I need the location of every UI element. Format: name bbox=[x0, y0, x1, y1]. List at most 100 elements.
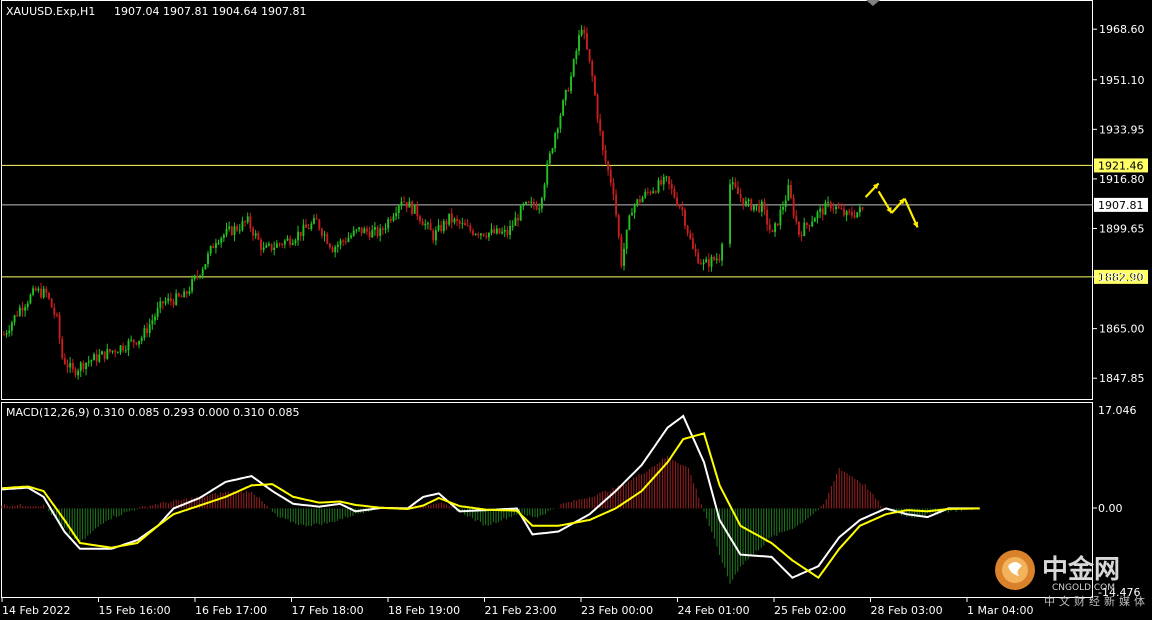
candle-body bbox=[352, 230, 355, 236]
candle-body bbox=[580, 29, 583, 36]
candle-body bbox=[74, 369, 77, 376]
candle-body bbox=[816, 211, 819, 219]
symbol-label: XAUUSD.Exp,H1 bbox=[6, 5, 95, 18]
candle-body bbox=[387, 219, 390, 229]
scroll-marker-icon[interactable] bbox=[866, 0, 880, 6]
candle-body bbox=[371, 229, 374, 238]
candle-body bbox=[755, 203, 758, 206]
candle-body bbox=[575, 51, 578, 60]
chart-canvas: 1921.46 1907.81 1882.90 1968.60 1951.10 1933… bbox=[1, 0, 1148, 617]
candle-body bbox=[334, 246, 337, 253]
candle-body bbox=[204, 264, 207, 270]
candle-body bbox=[858, 207, 861, 213]
candle-body bbox=[111, 350, 114, 352]
candle-body bbox=[355, 229, 358, 231]
candle-body bbox=[813, 218, 816, 222]
candle-body bbox=[681, 207, 684, 210]
candle-body bbox=[257, 233, 260, 240]
candle-body bbox=[326, 234, 329, 244]
candle-body bbox=[411, 201, 413, 214]
candle-body bbox=[297, 231, 300, 241]
candle-body bbox=[294, 240, 297, 244]
candle-body bbox=[5, 333, 8, 335]
candle-body bbox=[53, 307, 56, 315]
candle-body bbox=[209, 245, 212, 254]
time-tick-label: 16 Feb 17:00 bbox=[195, 604, 267, 617]
candle-body bbox=[268, 243, 270, 246]
candle-body bbox=[456, 218, 459, 221]
candle-body bbox=[835, 206, 837, 210]
macd-tick-max: 17.046 bbox=[1098, 404, 1137, 417]
candle-body bbox=[482, 233, 485, 236]
candle-body bbox=[374, 227, 376, 230]
candle-body bbox=[731, 182, 734, 185]
candle-body bbox=[143, 328, 146, 338]
candle-body bbox=[707, 259, 710, 267]
candle-body bbox=[191, 279, 194, 292]
candle-body bbox=[215, 243, 217, 249]
candle-body bbox=[106, 349, 109, 359]
price-tick-label: 1916.80 bbox=[1099, 173, 1145, 186]
candle-body bbox=[405, 202, 408, 208]
candle-body bbox=[305, 224, 307, 228]
candle-body bbox=[66, 364, 69, 368]
candle-body bbox=[397, 205, 400, 213]
candle-body bbox=[676, 197, 678, 206]
macd-line bbox=[1, 414, 980, 579]
candle-body bbox=[779, 209, 782, 226]
candle-body bbox=[90, 360, 93, 362]
candle-body bbox=[572, 59, 575, 77]
candle-body bbox=[662, 177, 665, 185]
candle-body bbox=[177, 293, 180, 297]
candle-body bbox=[442, 221, 445, 232]
candle-body bbox=[450, 213, 453, 223]
candle-body bbox=[445, 221, 448, 225]
candle-body bbox=[763, 201, 766, 210]
candle-body bbox=[18, 307, 21, 316]
candle-body bbox=[151, 320, 154, 325]
time-tick-label: 21 Feb 23:00 bbox=[485, 604, 557, 617]
candle-body bbox=[474, 234, 477, 236]
candle-body bbox=[821, 208, 824, 215]
candle-body bbox=[673, 188, 676, 198]
candle-body bbox=[498, 228, 501, 234]
candle-body bbox=[222, 234, 225, 238]
cngold-logo: 中金网 CNGOLD.COM 中文财经新媒体 bbox=[995, 550, 1145, 608]
candle-body bbox=[228, 226, 231, 229]
candle-body bbox=[246, 216, 249, 223]
candle-body bbox=[646, 191, 649, 193]
candle-body bbox=[766, 209, 769, 225]
candle-body bbox=[61, 338, 64, 359]
candle-body bbox=[567, 89, 570, 92]
price-tick-label: 1899.65 bbox=[1099, 222, 1145, 235]
candle-body bbox=[429, 223, 432, 231]
candle-body bbox=[138, 340, 141, 345]
candle-body bbox=[392, 216, 395, 221]
candle-body bbox=[639, 199, 641, 203]
candle-body bbox=[260, 239, 262, 250]
candle-body bbox=[321, 228, 323, 236]
candle-body bbox=[668, 176, 671, 185]
candle-body bbox=[718, 258, 721, 261]
candle-body bbox=[265, 245, 268, 248]
candle-body bbox=[509, 225, 512, 235]
candle-body bbox=[808, 224, 811, 227]
candle-body bbox=[69, 362, 72, 368]
candle-body bbox=[427, 223, 429, 225]
candle-body bbox=[185, 291, 188, 294]
candle-body bbox=[612, 182, 615, 195]
candle-body bbox=[172, 301, 175, 305]
macd-label: MACD(12,26,9) 0.310 0.085 0.293 0.000 0.… bbox=[6, 406, 299, 419]
candle-body bbox=[562, 100, 565, 116]
candle-body bbox=[188, 291, 191, 294]
candle-body bbox=[774, 223, 777, 233]
candle-body bbox=[591, 61, 594, 77]
candle-body bbox=[768, 224, 771, 230]
candle-body bbox=[3, 334, 5, 336]
candle-body bbox=[87, 361, 90, 363]
macd-panel-frame bbox=[1, 402, 1093, 598]
candle-body bbox=[363, 228, 366, 234]
candle-body bbox=[469, 225, 472, 231]
ohlc-readout: 1907.04 1907.81 1904.64 1907.81 bbox=[114, 5, 306, 18]
candle-body bbox=[421, 221, 424, 226]
